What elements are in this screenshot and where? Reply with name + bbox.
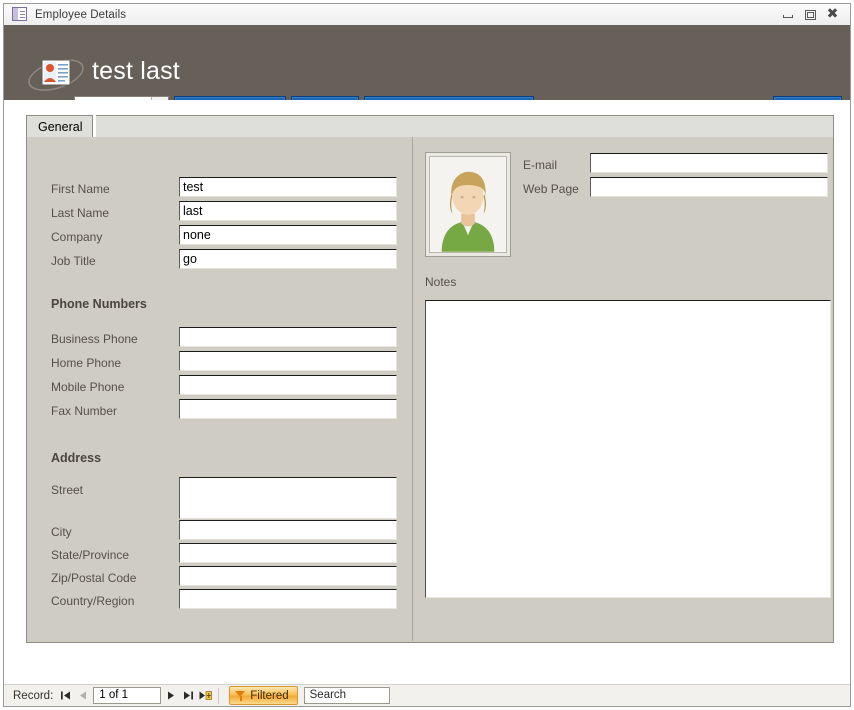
title-bar: Employee Details ✖ [4, 4, 850, 25]
next-record-icon[interactable] [163, 687, 180, 705]
employee-photo-placeholder [429, 156, 507, 253]
last-name-input[interactable]: last [179, 201, 397, 221]
tab-strip-filler [96, 115, 834, 137]
minimize-icon[interactable] [782, 8, 795, 21]
funnel-icon [235, 690, 246, 701]
form-header-band: test last Go to Save and New E-mail Save… [4, 25, 850, 100]
email-input[interactable] [590, 153, 828, 173]
previous-record-icon[interactable] [74, 687, 91, 705]
company-label: Company [51, 230, 102, 244]
first-record-icon[interactable] [57, 687, 74, 705]
first-name-input[interactable]: test [179, 177, 397, 197]
web-page-input[interactable] [590, 177, 828, 197]
zip-postal-code-input[interactable] [179, 566, 397, 586]
city-label: City [51, 525, 72, 539]
employee-photo[interactable] [425, 152, 511, 257]
fax-number-label: Fax Number [51, 404, 117, 418]
fax-number-input[interactable] [179, 399, 397, 419]
search-input[interactable]: Search [304, 687, 390, 704]
job-title-label: Job Title [51, 254, 96, 268]
new-record-icon[interactable] [197, 687, 214, 705]
contact-card-icon [27, 54, 85, 94]
home-phone-input[interactable] [179, 351, 397, 371]
mobile-phone-input[interactable] [179, 375, 397, 395]
form-view-icon [12, 7, 28, 22]
nav-separator [218, 688, 219, 704]
record-label: Record: [13, 690, 53, 702]
maximize-icon[interactable] [804, 8, 817, 21]
tab-general[interactable]: General [26, 115, 93, 137]
window-title: Employee Details [35, 9, 126, 21]
form-body: General First Name test Last Name last C… [4, 100, 850, 680]
country-region-label: Country/Region [51, 594, 134, 608]
mobile-phone-label: Mobile Phone [51, 380, 124, 394]
state-province-input[interactable] [179, 543, 397, 563]
email-label: E-mail [523, 158, 557, 172]
page-title: test last [92, 57, 180, 86]
employee-details-window: Employee Details ✖ test last Go to [0, 0, 854, 710]
record-navigation-bar: Record: 1 of 1 Filtered Search [4, 684, 850, 706]
window-controls: ✖ [782, 8, 839, 21]
company-input[interactable]: none [179, 225, 397, 245]
tab-page-general: First Name test Last Name last Company n… [26, 137, 834, 643]
first-name-label: First Name [51, 182, 110, 196]
notes-label: Notes [425, 275, 456, 289]
home-phone-label: Home Phone [51, 356, 121, 370]
phone-numbers-heading: Phone Numbers [51, 297, 147, 311]
city-input[interactable] [179, 520, 397, 540]
last-name-label: Last Name [51, 206, 109, 220]
last-record-icon[interactable] [180, 687, 197, 705]
notes-input[interactable] [425, 300, 831, 598]
record-position-input[interactable]: 1 of 1 [93, 687, 161, 704]
business-phone-label: Business Phone [51, 332, 138, 346]
panel-contact-details: First Name test Last Name last Company n… [27, 137, 412, 641]
tab-strip: General [26, 115, 834, 138]
job-title-input[interactable]: go [179, 249, 397, 269]
address-heading: Address [51, 451, 101, 465]
tab-control: General First Name test Last Name last C… [26, 115, 834, 643]
filter-status-button[interactable]: Filtered [229, 686, 297, 705]
country-region-input[interactable] [179, 589, 397, 609]
filter-status-label: Filtered [250, 690, 288, 702]
web-page-label: Web Page [523, 182, 579, 196]
close-icon[interactable]: ✖ [826, 8, 839, 21]
panel-photo-notes: E-mail Web Page Notes [412, 137, 833, 641]
state-province-label: State/Province [51, 548, 129, 562]
street-input[interactable] [179, 477, 397, 519]
street-label: Street [51, 483, 83, 497]
tab-general-label: General [38, 120, 82, 134]
business-phone-input[interactable] [179, 327, 397, 347]
zip-postal-code-label: Zip/Postal Code [51, 571, 136, 585]
